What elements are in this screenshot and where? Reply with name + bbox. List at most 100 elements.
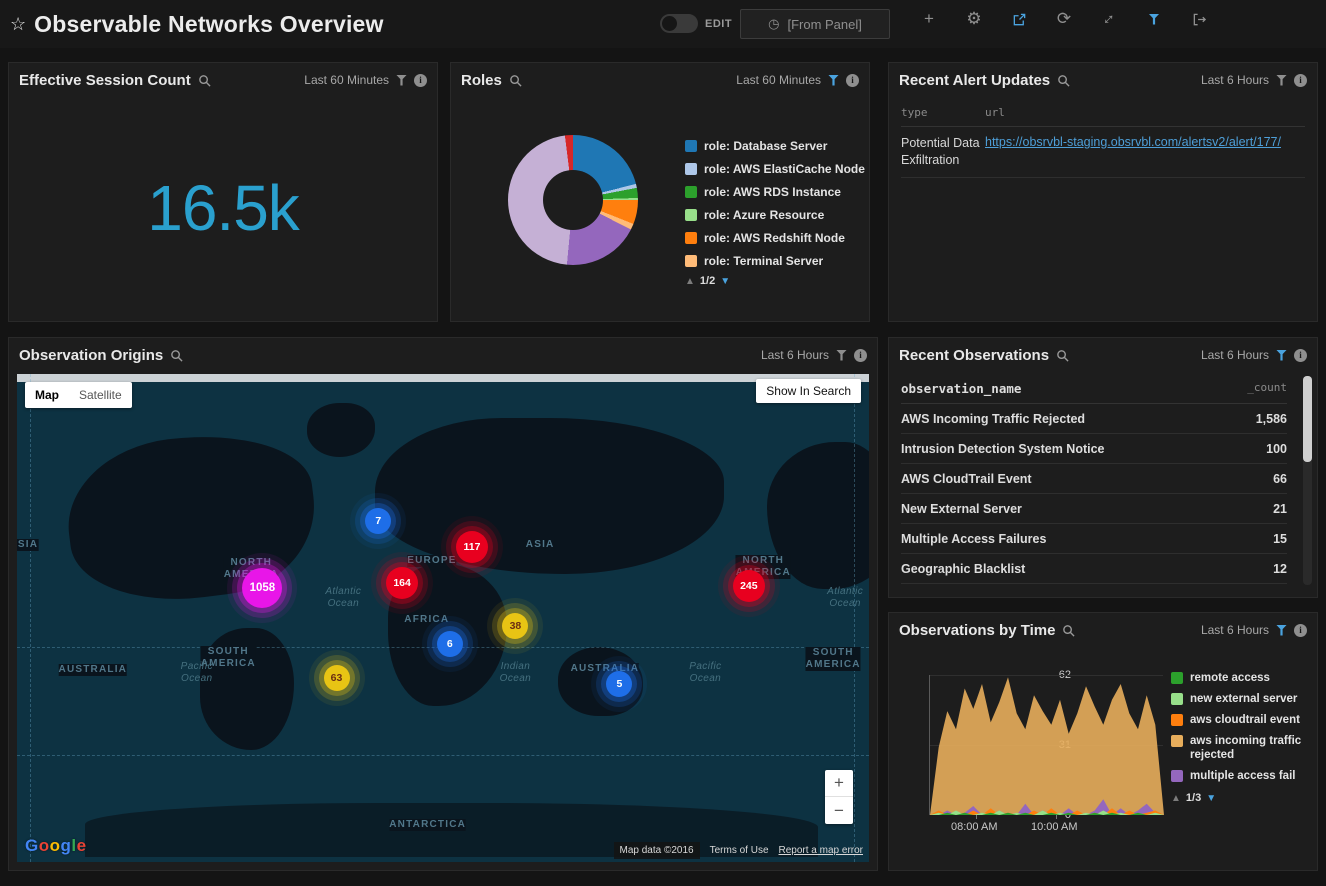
continent-shape <box>307 403 375 457</box>
info-icon[interactable]: i <box>1294 349 1307 362</box>
magnifier-icon[interactable] <box>1062 624 1075 637</box>
map-cluster-marker[interactable]: 38 <box>502 613 528 639</box>
map-cluster-marker[interactable]: 117 <box>456 531 488 563</box>
terms-of-use-link[interactable]: Terms of Use <box>710 845 769 856</box>
map-cluster-marker[interactable]: 1058 <box>242 568 282 608</box>
legend-label: role: AWS Redshift Node <box>704 231 845 245</box>
table-row[interactable]: Multiple Access Failures15 <box>901 524 1287 554</box>
zoom-in-button[interactable]: + <box>825 770 853 797</box>
panel-title: Observations by Time <box>899 622 1055 639</box>
panel-title: Effective Session Count <box>19 72 191 89</box>
magnifier-icon[interactable] <box>509 74 522 87</box>
map-view-button[interactable]: Map <box>25 382 69 408</box>
map-cluster-marker[interactable]: 164 <box>386 567 418 599</box>
scrollbar[interactable] <box>1303 376 1312 585</box>
pager-up-icon[interactable]: ▲ <box>1171 793 1181 804</box>
map-cluster-marker[interactable]: 6 <box>437 631 463 657</box>
fullscreen-expand-icon[interactable]: ↕ <box>1096 6 1121 31</box>
info-icon[interactable]: i <box>1294 74 1307 87</box>
magnifier-icon[interactable] <box>1056 349 1069 362</box>
legend-item[interactable]: new external server <box>1171 692 1313 706</box>
map-label: Atlantic Ocean <box>325 586 361 610</box>
panel-filter-icon[interactable] <box>1276 625 1287 636</box>
panel-filter-icon[interactable] <box>836 350 847 361</box>
map-label: ASIA <box>526 539 555 551</box>
legend-item[interactable]: role: AWS RDS Instance <box>685 185 865 199</box>
map-attribution: Map data ©2016 Terms of Use Report a map… <box>608 839 869 862</box>
metric-container: 16.5k <box>9 97 437 319</box>
legend-item[interactable]: aws incoming traffic rejected <box>1171 734 1313 762</box>
column-header-observation-name[interactable]: observation_name <box>901 381 1247 396</box>
legend-item[interactable]: role: Database Server <box>685 139 865 153</box>
column-header-url[interactable]: url <box>985 106 1005 119</box>
legend-swatch <box>1171 714 1183 726</box>
map-cluster-marker[interactable]: 63 <box>324 665 350 691</box>
roles-donut-chart[interactable] <box>508 135 638 265</box>
table-row[interactable]: Potential Data Exfiltration https://obsr… <box>901 127 1305 178</box>
time-range-label: Last 6 Hours <box>1201 348 1269 362</box>
panel-filter-icon[interactable] <box>396 75 407 86</box>
info-icon[interactable]: i <box>854 349 867 362</box>
map-cluster-marker[interactable]: 5 <box>606 671 632 697</box>
scrollbar-thumb[interactable] <box>1303 376 1312 462</box>
time-picker[interactable]: ◷ [From Panel] <box>740 9 890 39</box>
share-icon[interactable] <box>1010 10 1028 28</box>
legend-item[interactable]: aws cloudtrail event <box>1171 713 1313 727</box>
column-header-type[interactable]: type <box>901 106 985 119</box>
toggle-knob <box>662 16 677 31</box>
time-range-label: Last 6 Hours <box>761 348 829 362</box>
legend-item[interactable]: role: Terminal Server <box>685 254 865 268</box>
table-row[interactable]: Intrusion Detection System Notice100 <box>901 434 1287 464</box>
map-canvas[interactable]: ASIAEUROPEASIANORTH AMERICANORTH AMERICA… <box>17 374 869 862</box>
map-cluster-marker[interactable]: 245 <box>733 570 765 602</box>
info-icon[interactable]: i <box>846 74 859 87</box>
panel-filter-icon[interactable] <box>828 75 839 86</box>
legend-item[interactable]: role: Azure Resource <box>685 208 865 222</box>
satellite-view-button[interactable]: Satellite <box>69 382 132 408</box>
magnifier-icon[interactable] <box>170 349 183 362</box>
table-header-row: type url <box>901 101 1305 127</box>
table-row[interactable]: AWS Incoming Traffic Rejected1,586 <box>901 404 1287 434</box>
legend-item[interactable]: remote access <box>1171 671 1313 685</box>
table-header-row: observation_name _count <box>901 376 1287 404</box>
legend-swatch <box>685 163 697 175</box>
magnifier-icon[interactable] <box>1057 74 1070 87</box>
legend-item[interactable]: role: AWS ElastiCache Node <box>685 162 865 176</box>
panel-filter-icon[interactable] <box>1276 75 1287 86</box>
edit-toggle[interactable]: EDIT <box>660 14 732 33</box>
refresh-icon[interactable]: ⟳ <box>1055 10 1073 28</box>
edit-toggle-switch[interactable] <box>660 14 698 33</box>
map-cluster-marker[interactable]: 7 <box>365 508 391 534</box>
legend-item[interactable]: role: AWS Redshift Node <box>685 231 865 245</box>
legend-label: role: AWS RDS Instance <box>704 185 841 199</box>
time-chart-plot-area[interactable] <box>929 675 1163 815</box>
show-in-search-button[interactable]: Show In Search <box>756 379 861 403</box>
panel-effective-session-count: Effective Session Count Last 60 Minutes … <box>8 62 438 322</box>
table-row[interactable]: New External Server21 <box>901 494 1287 524</box>
panel-title: Observation Origins <box>19 347 163 364</box>
table-row[interactable]: Geographic Blacklist12 <box>901 554 1287 584</box>
pager-down-icon[interactable]: ▼ <box>720 276 730 287</box>
info-icon[interactable]: i <box>414 74 427 87</box>
report-map-error-link[interactable]: Report a map error <box>779 845 863 856</box>
global-filter-icon[interactable] <box>1145 10 1163 28</box>
pager-down-icon[interactable]: ▼ <box>1206 793 1216 804</box>
graticule-line <box>854 374 855 862</box>
legend-swatch <box>1171 693 1183 705</box>
info-icon[interactable]: i <box>1294 624 1307 637</box>
favorite-star-icon[interactable]: ☆ <box>10 14 26 35</box>
legend-item[interactable]: multiple access fail <box>1171 769 1313 783</box>
panel-filter-icon[interactable] <box>1276 350 1287 361</box>
observation-count: 100 <box>1266 442 1287 456</box>
alert-url-link[interactable]: https://obsrvbl-staging.obsrvbl.com/aler… <box>985 135 1281 149</box>
column-header-count[interactable]: _count <box>1247 381 1287 396</box>
magnifier-icon[interactable] <box>198 74 211 87</box>
zoom-out-button[interactable]: − <box>825 797 853 824</box>
google-logo[interactable]: Google <box>25 836 87 856</box>
pager-up-icon[interactable]: ▲ <box>685 276 695 287</box>
settings-gear-icon[interactable]: ⚙ <box>965 10 983 28</box>
logout-icon[interactable] <box>1190 10 1208 28</box>
observation-name: Intrusion Detection System Notice <box>901 442 1266 456</box>
add-panel-icon[interactable]: + <box>920 10 938 28</box>
table-row[interactable]: AWS CloudTrail Event66 <box>901 464 1287 494</box>
